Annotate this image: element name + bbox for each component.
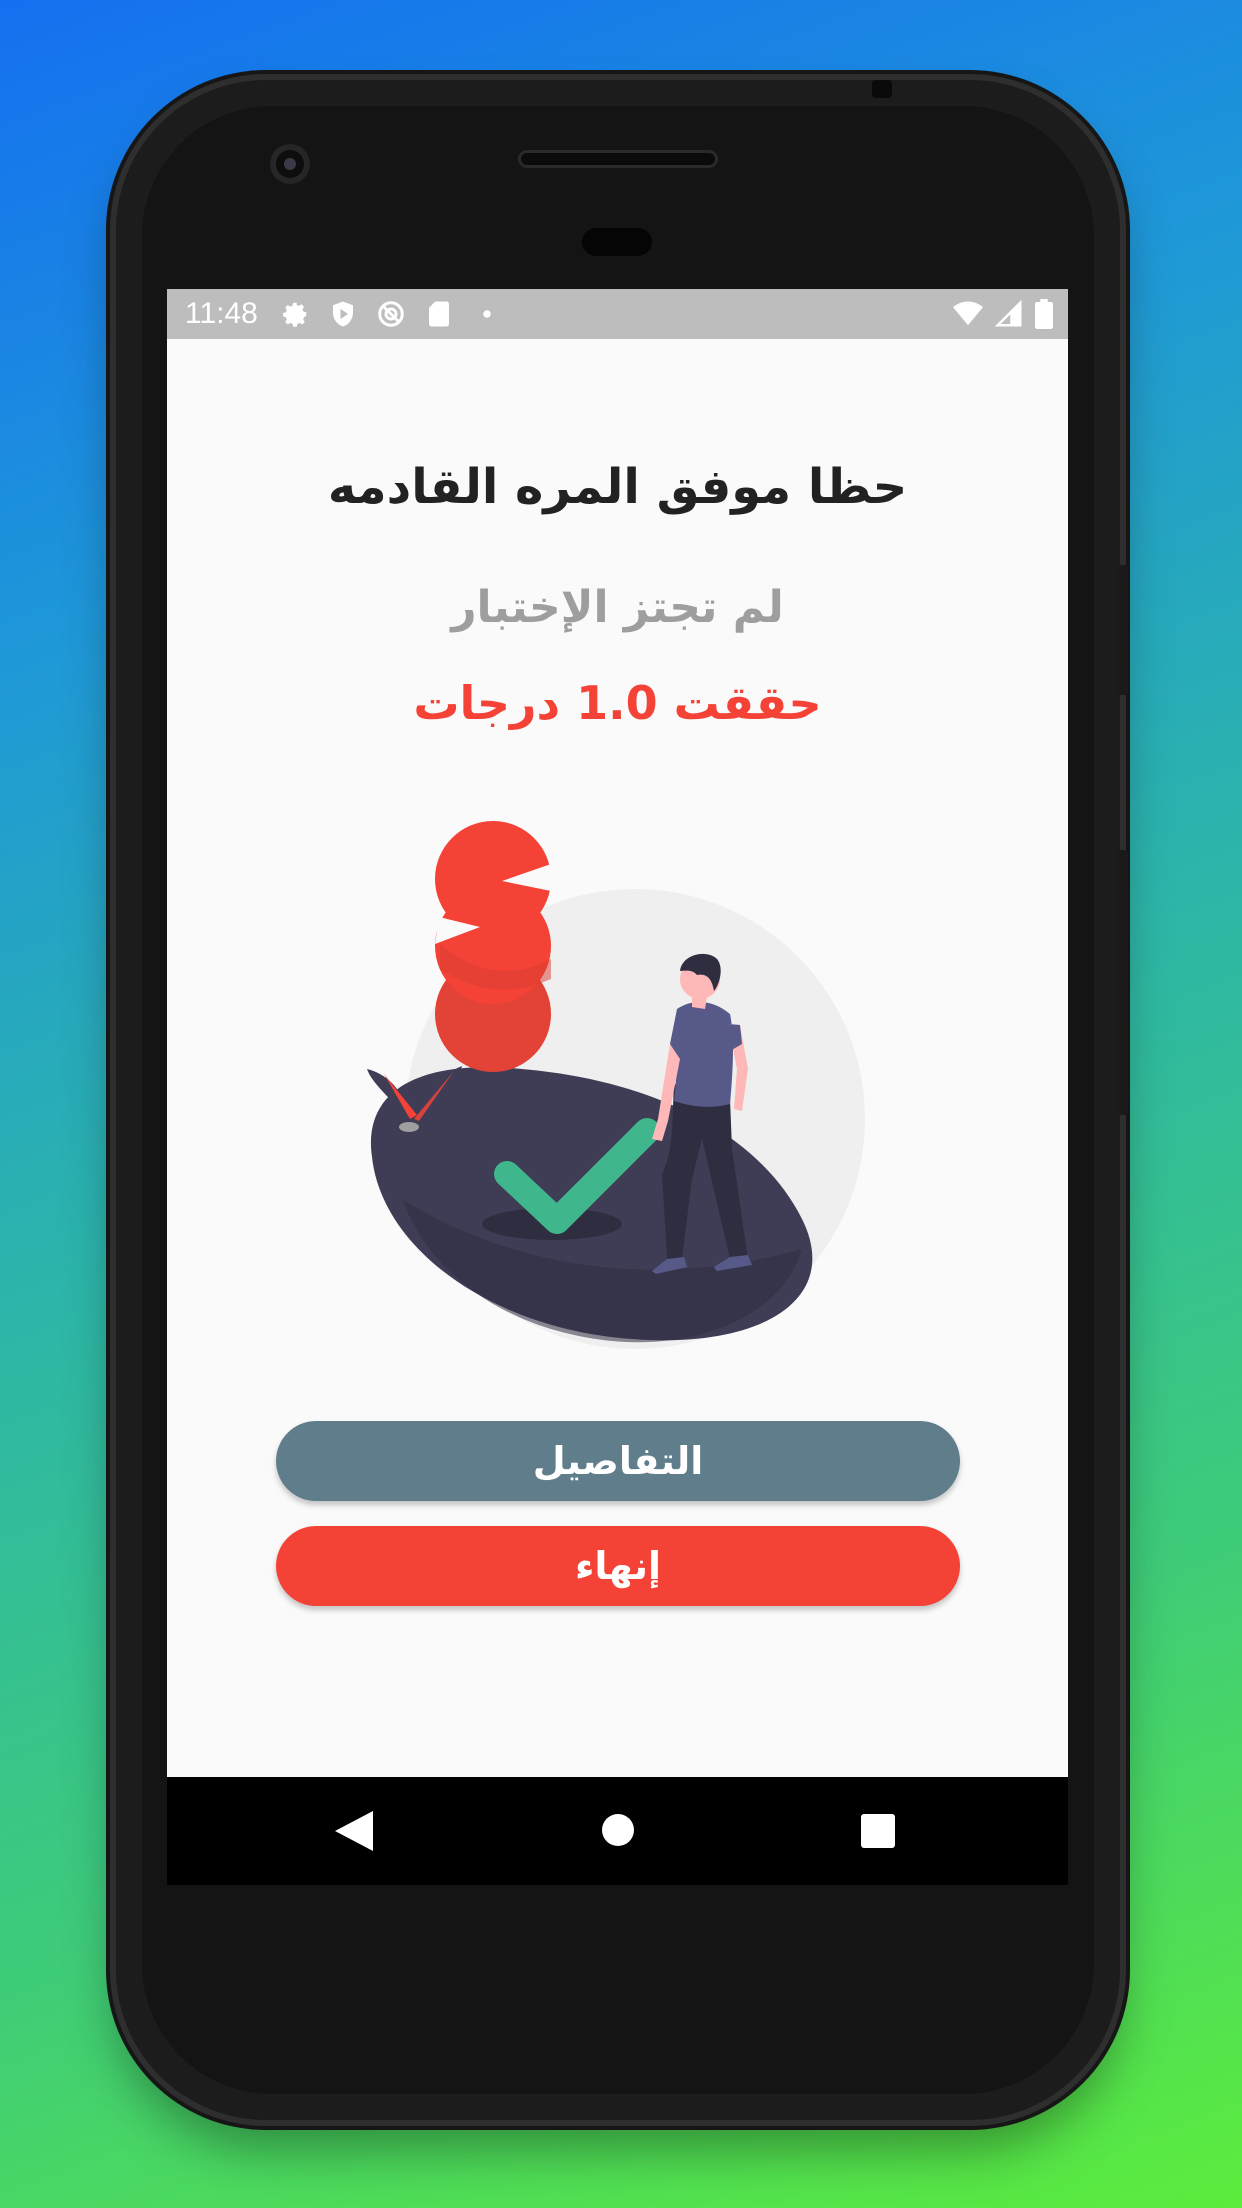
battery-icon: [1034, 299, 1054, 333]
wifi-icon: [952, 299, 984, 333]
power-button: [1116, 565, 1128, 695]
dot-icon: [472, 299, 502, 329]
navigation-bar: [167, 1777, 1068, 1885]
frame-notch-top: [872, 80, 892, 98]
volume-button: [1116, 850, 1128, 1115]
page-title: حظا موفق المره القادمه: [327, 459, 908, 515]
signal-icon: [994, 299, 1024, 333]
home-icon[interactable]: [600, 1812, 636, 1852]
score-text: حققت 1.0 درجات: [413, 676, 822, 730]
sync-disabled-icon: [376, 299, 406, 329]
finish-button[interactable]: إنهاء: [276, 1526, 960, 1606]
plant-pot: [399, 1122, 419, 1132]
screen: 11:48 حظا موفق المره القادمه لم تجتز الإ…: [167, 289, 1068, 1777]
result-illustration: [367, 821, 865, 1349]
result-content: حظا موفق المره القادمه لم تجتز الإختبار …: [167, 339, 1068, 1777]
status-bar: 11:48: [167, 289, 1068, 339]
shield-icon: [328, 299, 358, 329]
recents-icon[interactable]: [861, 1814, 895, 1852]
settings-icon: [280, 299, 310, 329]
result-status-text: لم تجتز الإختبار: [451, 582, 784, 633]
status-right-icons: [952, 299, 1054, 333]
proximity-sensor: [582, 228, 652, 256]
sd-card-icon: [424, 299, 454, 329]
back-icon[interactable]: [335, 1811, 373, 1855]
earpiece-speaker: [518, 150, 718, 168]
details-button[interactable]: التفاصيل: [276, 1421, 960, 1501]
status-time: 11:48: [185, 297, 258, 330]
person-shirt: [670, 1002, 733, 1107]
front-camera: [270, 144, 310, 184]
